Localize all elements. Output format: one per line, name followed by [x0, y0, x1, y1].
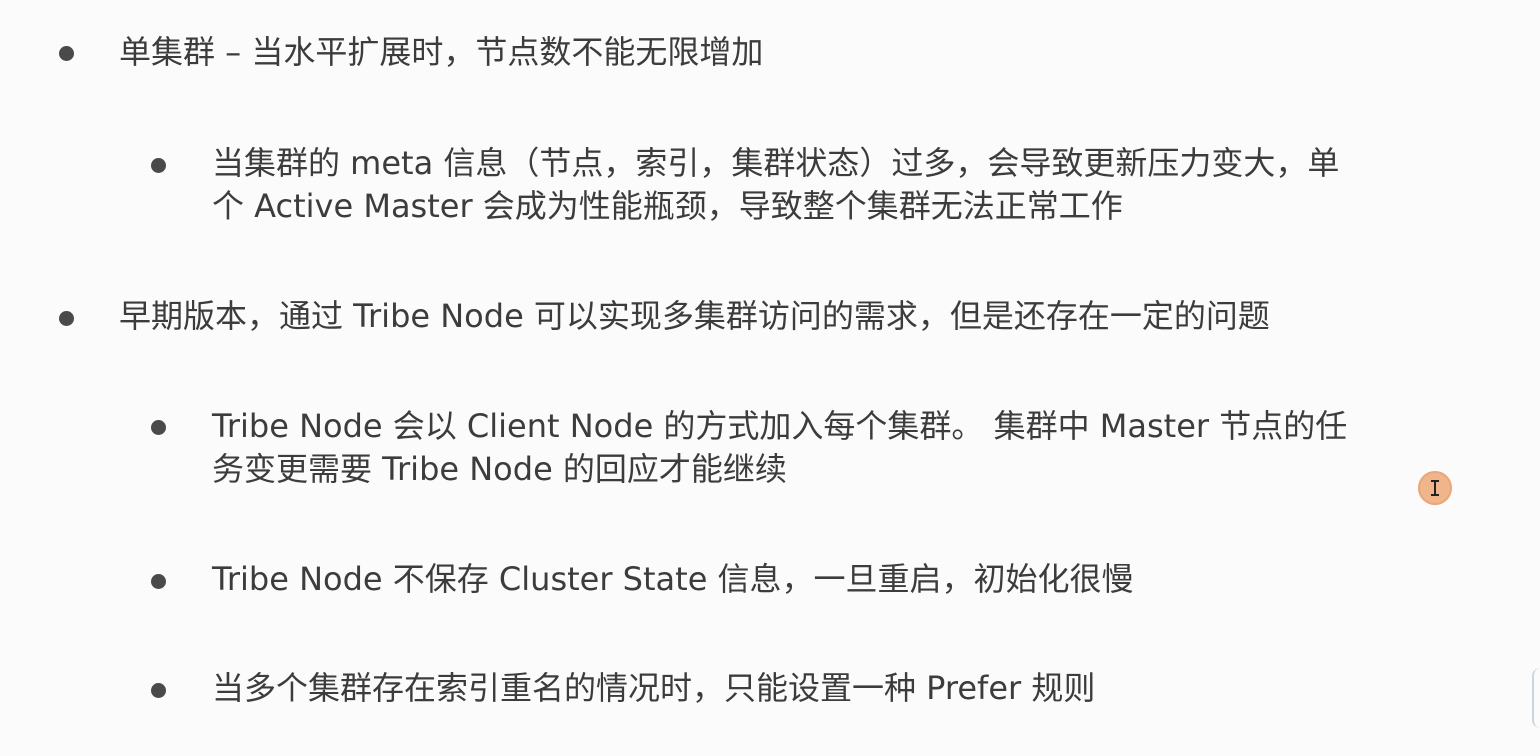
bullet-text-level2-cont: 个 Active Master 会成为性能瓶颈，导致整个集群无法正常工作 [212, 187, 1123, 225]
bullet-dot [151, 420, 166, 435]
slide: 单集群 – 当水平扩展时，节点数不能无限增加 当集群的 meta 信息（节点，索… [0, 0, 1540, 756]
bullet-dot [59, 311, 74, 326]
bullet-text-level1: 早期版本，通过 Tribe Node 可以实现多集群访问的需求，但是还存在一定的… [119, 297, 1270, 335]
bullet-text-level2: Tribe Node 会以 Client Node 的方式加入每个集群。 集群中… [212, 407, 1348, 445]
bullet-dot [151, 683, 166, 698]
ibeam-shape [1431, 480, 1439, 496]
bullet-dot [151, 574, 166, 589]
bullet-text-level2: Tribe Node 不保存 Cluster State 信息，一旦重启，初始化… [212, 560, 1134, 598]
text-cursor-icon [1418, 471, 1452, 505]
bullet-text-level2-cont: 务变更需要 Tribe Node 的回应才能继续 [212, 450, 787, 488]
bullet-dot [151, 158, 166, 173]
bullet-text-level1: 单集群 – 当水平扩展时，节点数不能无限增加 [119, 33, 764, 71]
window-edge [1532, 668, 1540, 728]
bullet-text-level2: 当集群的 meta 信息（节点，索引，集群状态）过多，会导致更新压力变大，单 [212, 144, 1340, 182]
bullet-dot [59, 46, 74, 61]
bullet-text-level2: 当多个集群存在索引重名的情况时，只能设置一种 Prefer 规则 [212, 669, 1096, 707]
